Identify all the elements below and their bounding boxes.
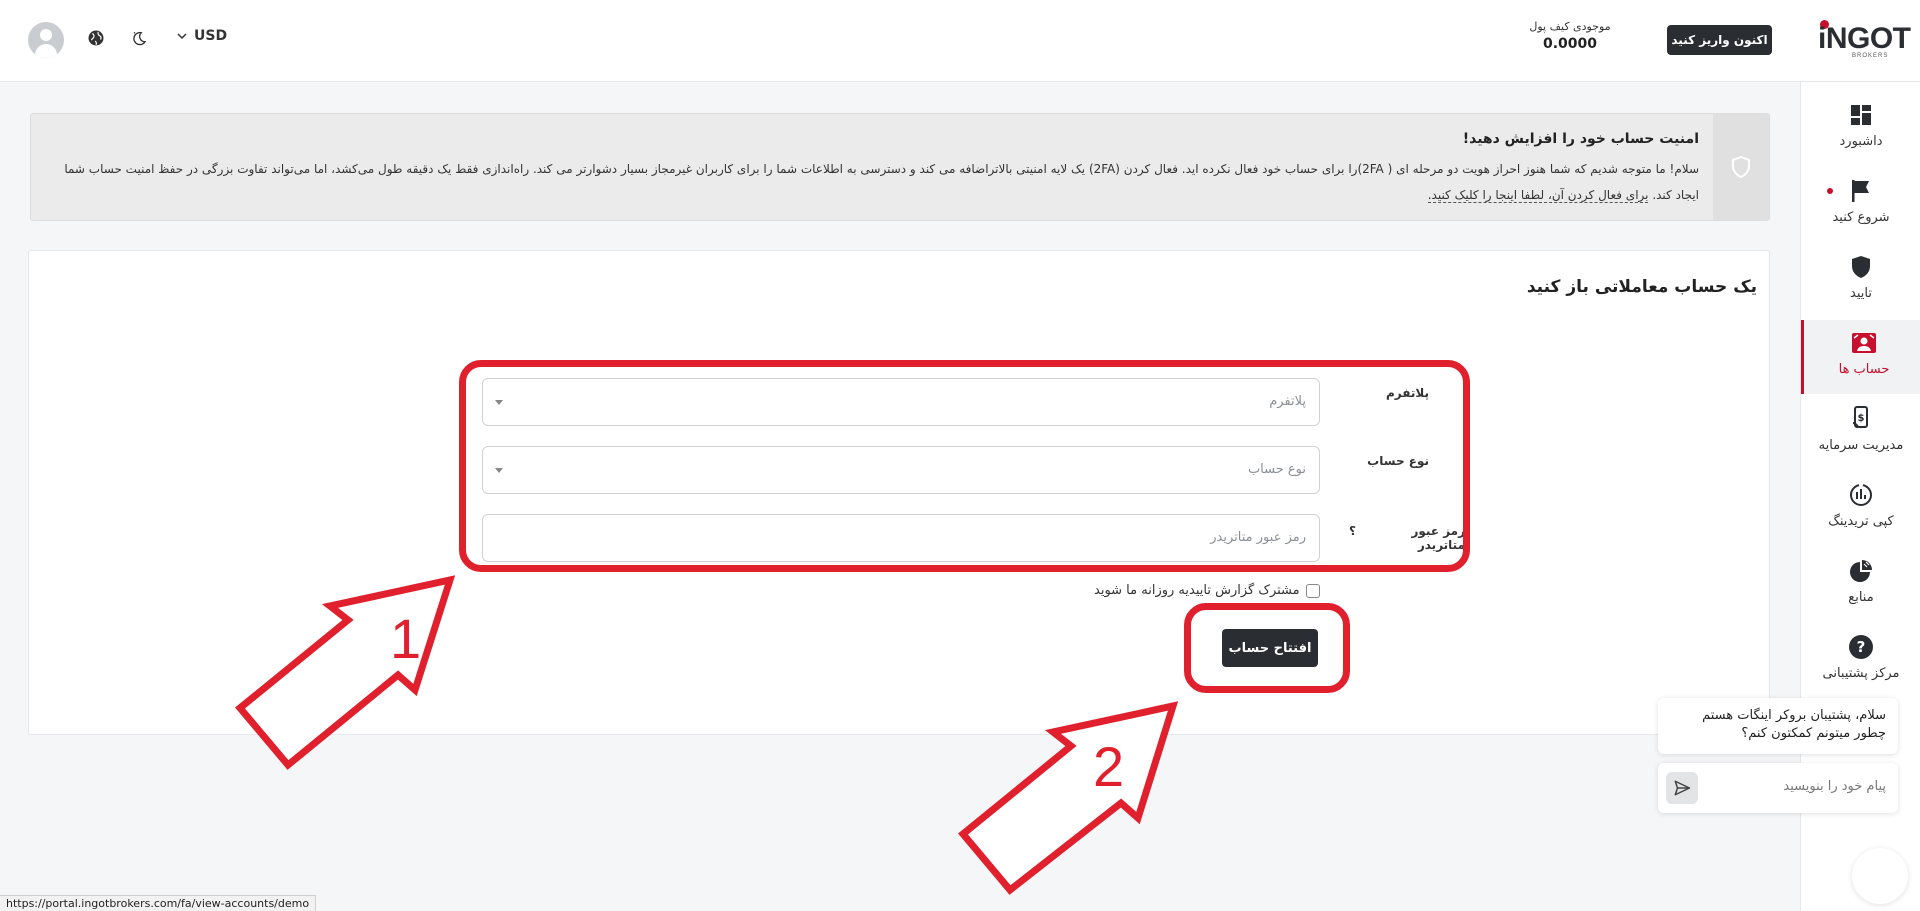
sidebar-item-label: مدیریت سرمایه (1818, 438, 1904, 453)
currency-selector[interactable]: USD (176, 28, 227, 44)
sidebar-item-resources[interactable]: منابع (1801, 548, 1920, 622)
notification-dot (1827, 188, 1833, 194)
flag-icon (1848, 178, 1874, 204)
subscribe-label: مشترک گزارش تاییدیه روزانه ما شوید (1094, 583, 1300, 598)
sidebar-item-accounts[interactable]: حساب ها (1801, 320, 1920, 394)
wallet-balance: موجودی کیف پول 0.0000 (1520, 20, 1620, 52)
moon-icon[interactable] (128, 27, 150, 49)
sidebar-item-verification[interactable]: تایید (1801, 244, 1920, 318)
sidebar-item-dashboard[interactable]: داشبورد (1801, 92, 1920, 166)
arrow-2-label: 2 (1093, 735, 1124, 798)
sidebar-item-label: حساب ها (1838, 362, 1890, 377)
security-alert: امنیت حساب خود را افزایش دهید! سلام! ما … (30, 113, 1770, 221)
highlight-button-box (1184, 603, 1350, 693)
copy-trading-icon (1848, 482, 1874, 508)
svg-text:?: ? (1857, 638, 1866, 656)
logo-text: iNGOT (1818, 22, 1911, 55)
send-icon[interactable] (1666, 772, 1698, 804)
help-icon: ? (1848, 634, 1874, 660)
sidebar-item-label: کپی تریدینگ (1828, 514, 1894, 529)
logo-subtext: BROKERS (1852, 53, 1889, 59)
sidebar-item-label: تایید (1850, 286, 1872, 301)
highlight-form-box (459, 360, 1470, 572)
wallet-label: موجودی کیف پول (1529, 20, 1611, 33)
sidebar-item-label: شروع کنید (1832, 210, 1890, 225)
sidebar-item-copy-trading[interactable]: کپی تریدینگ (1801, 472, 1920, 546)
money-icon: $ (1848, 406, 1874, 432)
status-url: https://portal.ingotbrokers.com/fa/view-… (0, 895, 317, 911)
enable-2fa-link[interactable]: برای فعال کردن آن، لطفا اینجا را کلیک کن… (1427, 188, 1649, 203)
sidebar-item-funds-management[interactable]: $ مدیریت سرمایه (1801, 396, 1920, 470)
sidebar-item-support-center[interactable]: ? مرکز پشتیبانی (1801, 624, 1920, 698)
avatar[interactable] (28, 22, 64, 58)
svg-text:$: $ (1858, 413, 1865, 424)
subscribe-checkbox-row[interactable]: مشترک گزارش تاییدیه روزانه ما شوید (1094, 583, 1320, 598)
chat-input[interactable]: پیام خود را بنویسید (1658, 763, 1898, 813)
chat-launcher-button[interactable] (1852, 848, 1908, 904)
dashboard-icon (1848, 102, 1874, 128)
wallet-value: 0.0000 (1542, 36, 1598, 52)
page-title: یک حساب معاملاتی باز کنید (1526, 277, 1757, 297)
pie-chart-icon (1848, 558, 1874, 584)
sidebar-item-label: مرکز پشتیبانی (1822, 666, 1900, 681)
chat-input-placeholder: پیام خود را بنویسید (1783, 779, 1886, 794)
logo[interactable]: iNGOT BROKERS (1812, 20, 1911, 60)
alert-title: امنیت حساب خود را افزایش دهید! (1462, 131, 1699, 147)
alert-text: سلام! ما متوجه شدیم که شما هنوز احراز هو… (64, 156, 1699, 208)
subscribe-checkbox[interactable] (1305, 583, 1320, 598)
top-bar: USD موجودی کیف پول 0.0000 اکنون واریز کن… (0, 0, 1920, 82)
chevron-down-icon (177, 33, 187, 40)
sidebar-item-label: منابع (1848, 590, 1874, 605)
alert-shield-icon (1713, 114, 1769, 220)
deposit-button[interactable]: اکنون واریز کنید (1667, 25, 1772, 55)
sidebar-item-get-started[interactable]: شروع کنید (1801, 168, 1920, 242)
globe-icon[interactable] (85, 27, 107, 49)
sidebar-item-label: داشبورد (1839, 134, 1883, 149)
accounts-icon (1851, 330, 1877, 356)
currency-label: USD (194, 28, 228, 44)
shield-icon (1848, 254, 1874, 280)
chat-message: سلام، پشتیبان بروکر اینگات هستم چطور میت… (1658, 698, 1898, 754)
